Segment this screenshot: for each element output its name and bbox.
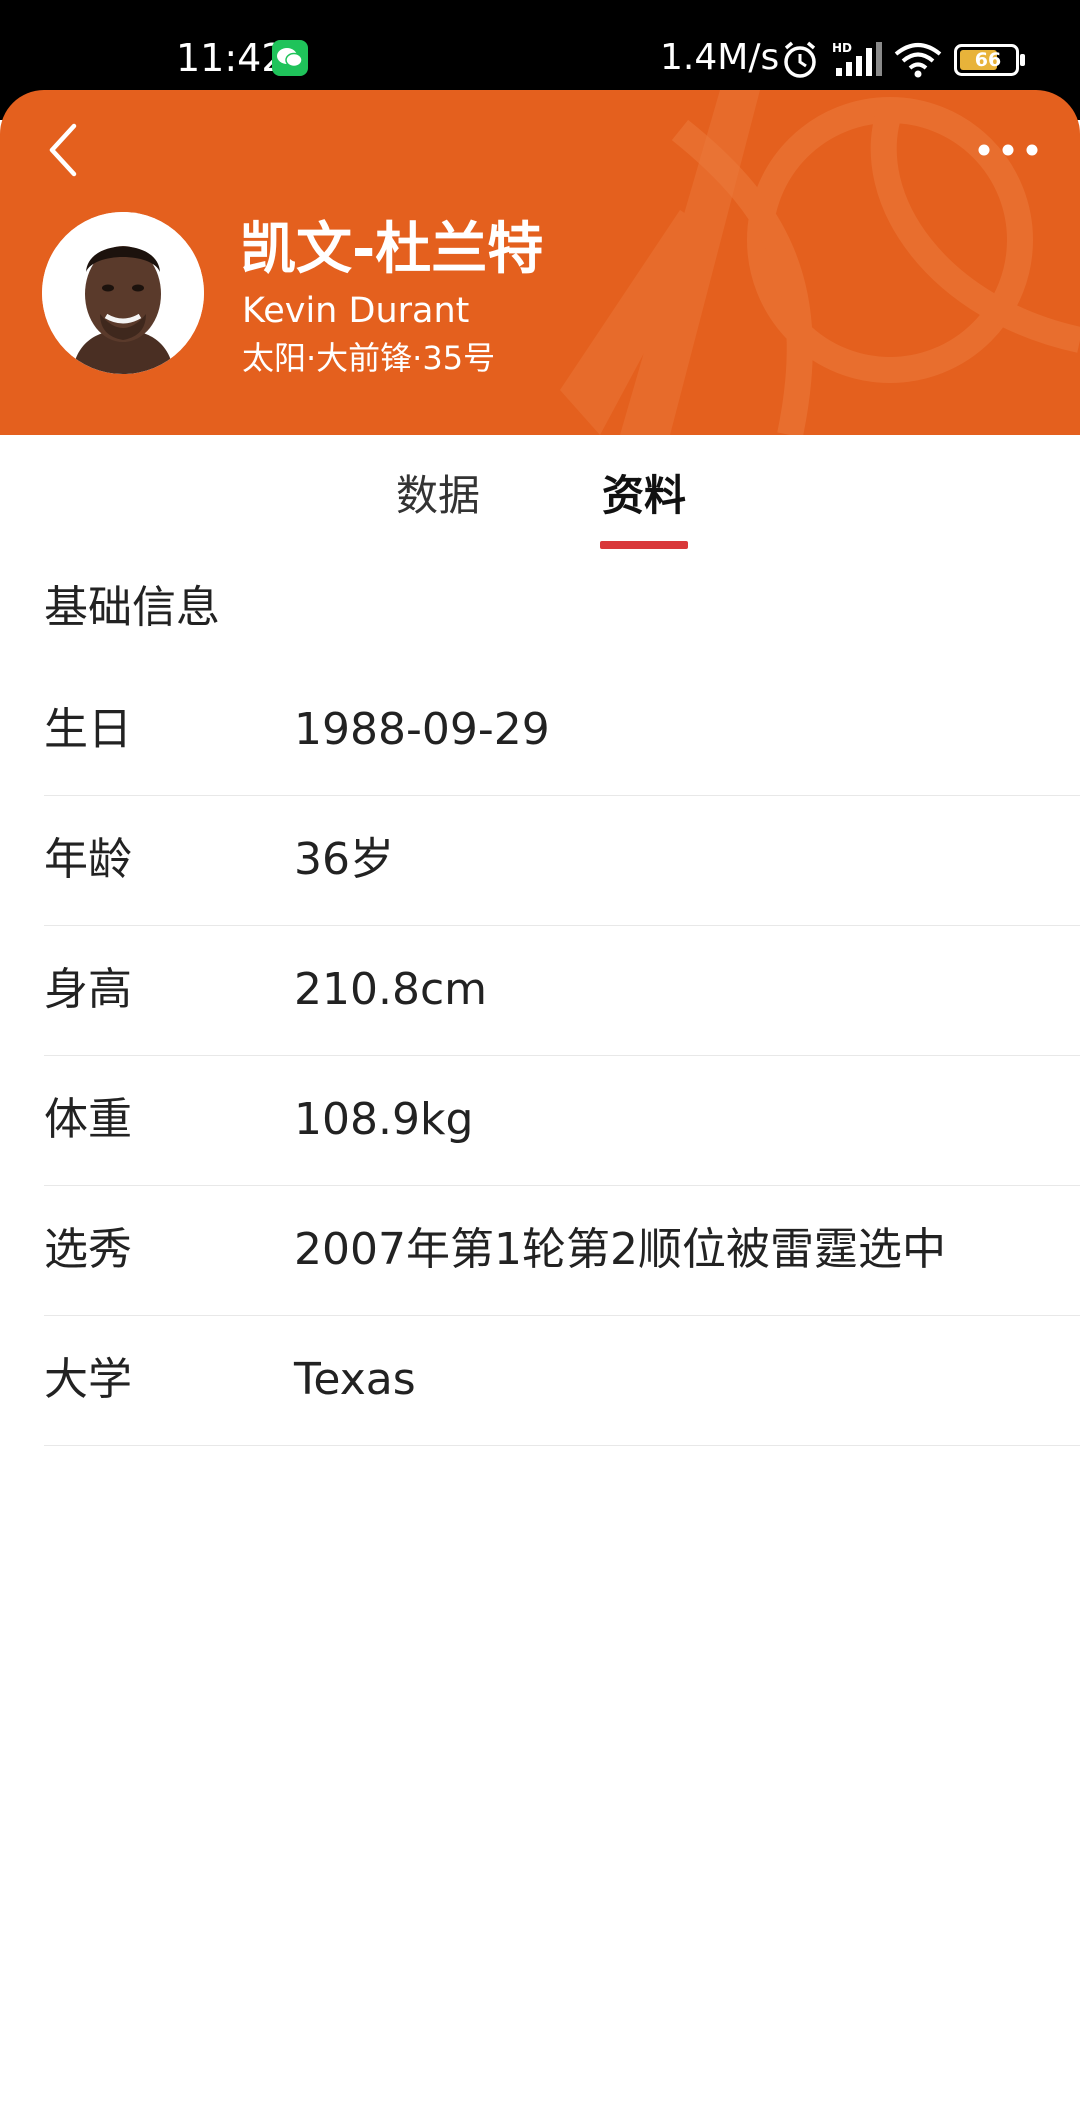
info-label: 体重 bbox=[44, 1094, 132, 1145]
wifi-icon bbox=[894, 43, 942, 78]
info-row-college: 大学 Texas bbox=[44, 1316, 1080, 1446]
info-row-weight: 体重 108.9kg bbox=[44, 1056, 1080, 1186]
info-row-age: 年龄 36岁 bbox=[44, 796, 1080, 926]
network-speed: 1.4M/s bbox=[660, 37, 780, 78]
more-options-icon[interactable] bbox=[976, 142, 1040, 158]
active-tab-indicator bbox=[600, 541, 688, 549]
info-value: 1988-09-29 bbox=[294, 704, 550, 755]
tab-bar: 数据 资料 bbox=[0, 435, 1080, 555]
player-name-chinese: 凯文-杜兰特 bbox=[240, 217, 544, 282]
info-row-birthday: 生日 1988-09-29 bbox=[44, 666, 1080, 796]
tab-profile[interactable]: 资料 bbox=[594, 467, 694, 525]
hd-signal-icon: HD bbox=[832, 41, 882, 76]
player-profile-screen: 11:42 1.4M/s HD 66 凯文-杜兰特 Kevin Durant 太… bbox=[0, 0, 1080, 2106]
basic-info-list: 生日 1988-09-29 年龄 36岁 身高 210.8cm 体重 108.9… bbox=[0, 666, 1080, 1446]
info-value: Texas bbox=[294, 1354, 416, 1405]
info-value: 2007年第1轮第2顺位被雷霆选中 bbox=[294, 1224, 946, 1275]
back-icon[interactable] bbox=[42, 118, 90, 182]
info-label: 大学 bbox=[44, 1354, 132, 1405]
player-team-position-number: 太阳·大前锋·35号 bbox=[242, 339, 496, 377]
player-avatar bbox=[42, 212, 204, 374]
section-title-basic-info: 基础信息 bbox=[44, 582, 220, 633]
status-time: 11:42 bbox=[176, 36, 286, 80]
wechat-icon bbox=[272, 40, 308, 76]
tab-stats[interactable]: 数据 bbox=[388, 467, 488, 525]
info-label: 身高 bbox=[44, 964, 132, 1015]
info-row-height: 身高 210.8cm bbox=[44, 926, 1080, 1056]
info-row-draft: 选秀 2007年第1轮第2顺位被雷霆选中 bbox=[44, 1186, 1080, 1316]
battery-level-text: 66 bbox=[974, 49, 1002, 71]
svg-text:HD: HD bbox=[832, 41, 852, 55]
info-value: 108.9kg bbox=[294, 1094, 474, 1145]
info-label: 生日 bbox=[44, 704, 132, 755]
player-name-english: Kevin Durant bbox=[242, 291, 470, 331]
alarm-icon bbox=[784, 41, 816, 78]
player-photo bbox=[42, 212, 204, 374]
player-header: 凯文-杜兰特 Kevin Durant 太阳·大前锋·35号 bbox=[0, 90, 1080, 435]
info-label: 年龄 bbox=[44, 834, 132, 885]
info-value: 36岁 bbox=[294, 834, 394, 885]
info-value: 210.8cm bbox=[294, 964, 488, 1015]
info-label: 选秀 bbox=[44, 1224, 132, 1275]
